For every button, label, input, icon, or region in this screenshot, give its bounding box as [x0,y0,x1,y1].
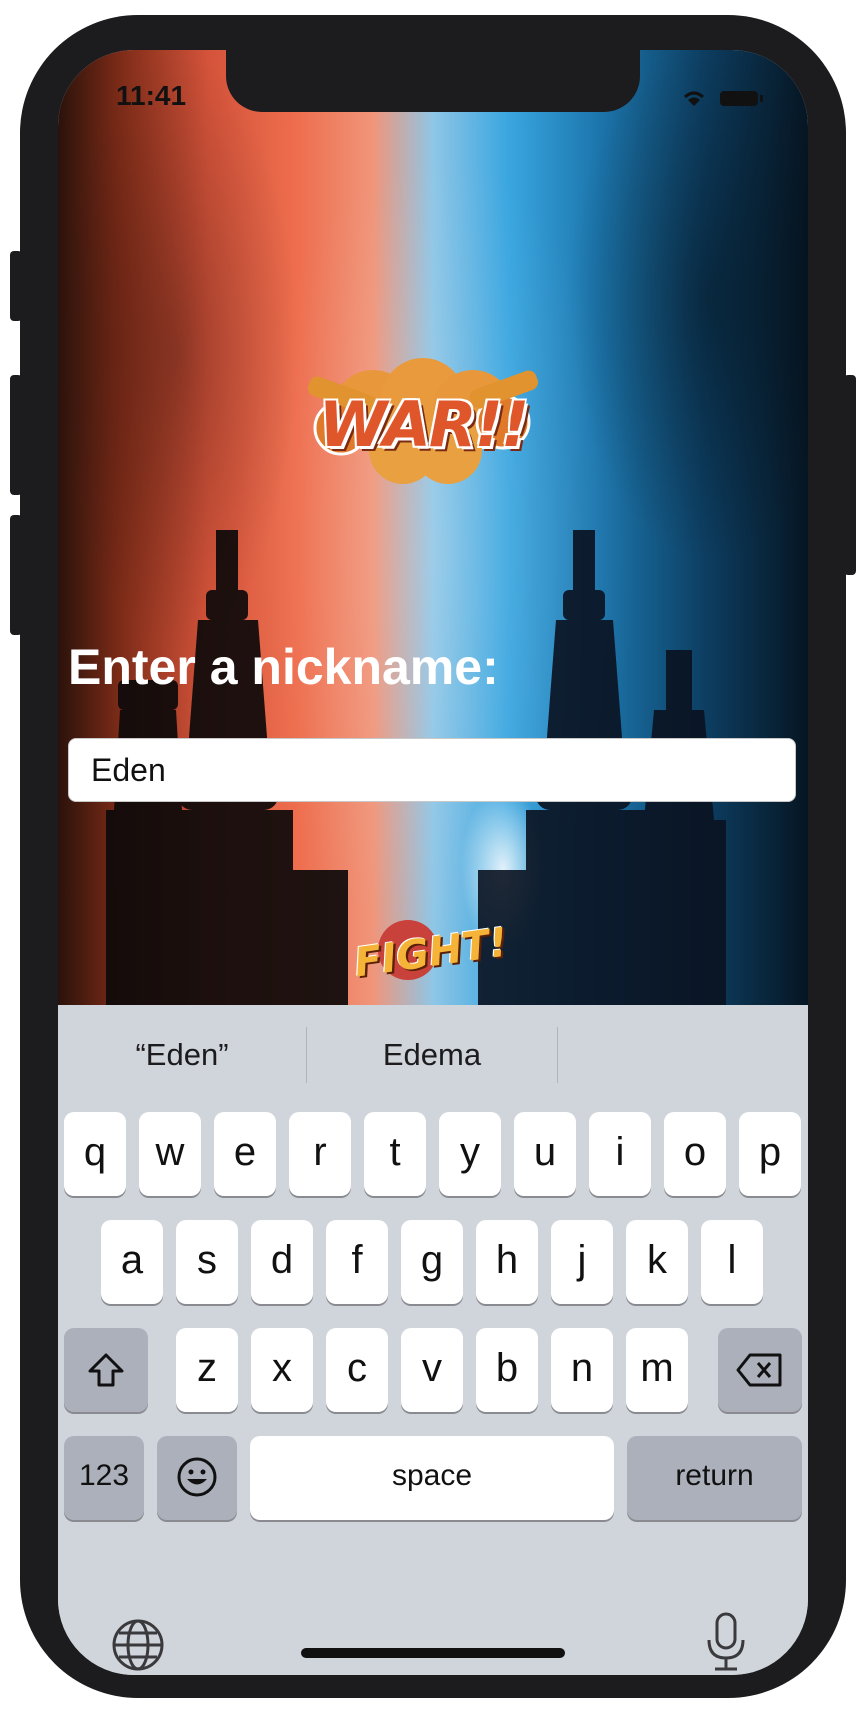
screen: 11:41 WAR!! Enter a nickname: Eden FIGHT… [58,50,808,1675]
key-t[interactable]: t [364,1112,426,1196]
key-k[interactable]: k [626,1220,688,1304]
key-b[interactable]: b [476,1328,538,1412]
war-logo: WAR!! [303,350,543,490]
key-o[interactable]: o [664,1112,726,1196]
key-e[interactable]: e [214,1112,276,1196]
suggestion-item[interactable]: Edema [307,1005,557,1105]
key-i[interactable]: i [589,1112,651,1196]
volume-down-button [10,515,22,635]
key-h[interactable]: h [476,1220,538,1304]
microphone-icon[interactable] [703,1610,749,1674]
wifi-icon [684,91,704,106]
logo-text: WAR!! [318,388,529,461]
key-f[interactable]: f [326,1220,388,1304]
key-q[interactable]: q [64,1112,126,1196]
suggestion-bar: “Eden” Edema [58,1005,808,1105]
key-d[interactable]: d [251,1220,313,1304]
key-m[interactable]: m [626,1328,688,1412]
shift-key[interactable] [64,1328,148,1412]
key-l[interactable]: l [701,1220,763,1304]
volume-up-button [10,375,22,495]
key-p[interactable]: p [739,1112,801,1196]
key-c[interactable]: c [326,1328,388,1412]
numbers-key[interactable]: 123 [64,1436,144,1520]
key-r[interactable]: r [289,1112,351,1196]
status-icons [684,91,763,106]
status-time: 11:41 [116,80,187,111]
emoji-key[interactable] [157,1436,237,1520]
delete-icon [736,1353,782,1387]
key-z[interactable]: z [176,1328,238,1412]
nickname-input[interactable]: Eden [68,738,796,802]
power-button [844,375,856,575]
shift-icon [88,1353,124,1387]
key-y[interactable]: y [439,1112,501,1196]
keyboard: “Eden” Edema q w e r t y u i o p a s d f… [58,1005,808,1675]
fight-button[interactable]: FIGHT! [348,912,511,1012]
key-a[interactable]: a [101,1220,163,1304]
notch [226,50,640,112]
home-indicator[interactable] [301,1648,565,1658]
battery-icon [720,91,763,106]
key-n[interactable]: n [551,1328,613,1412]
suggestion-item[interactable]: “Eden” [58,1005,306,1105]
emoji-icon [177,1457,217,1497]
key-s[interactable]: s [176,1220,238,1304]
key-u[interactable]: u [514,1112,576,1196]
return-key[interactable]: return [627,1436,802,1520]
space-key[interactable]: space [250,1436,614,1520]
chess-silhouettes [106,530,726,1005]
globe-icon[interactable] [110,1617,166,1673]
key-g[interactable]: g [401,1220,463,1304]
key-x[interactable]: x [251,1328,313,1412]
delete-key[interactable] [718,1328,802,1412]
suggestion-item[interactable] [558,1005,808,1105]
key-w[interactable]: w [139,1112,201,1196]
nickname-prompt: Enter a nickname: [68,639,499,695]
background-image [58,50,808,1005]
key-j[interactable]: j [551,1220,613,1304]
key-v[interactable]: v [401,1328,463,1412]
mute-switch [10,251,22,321]
